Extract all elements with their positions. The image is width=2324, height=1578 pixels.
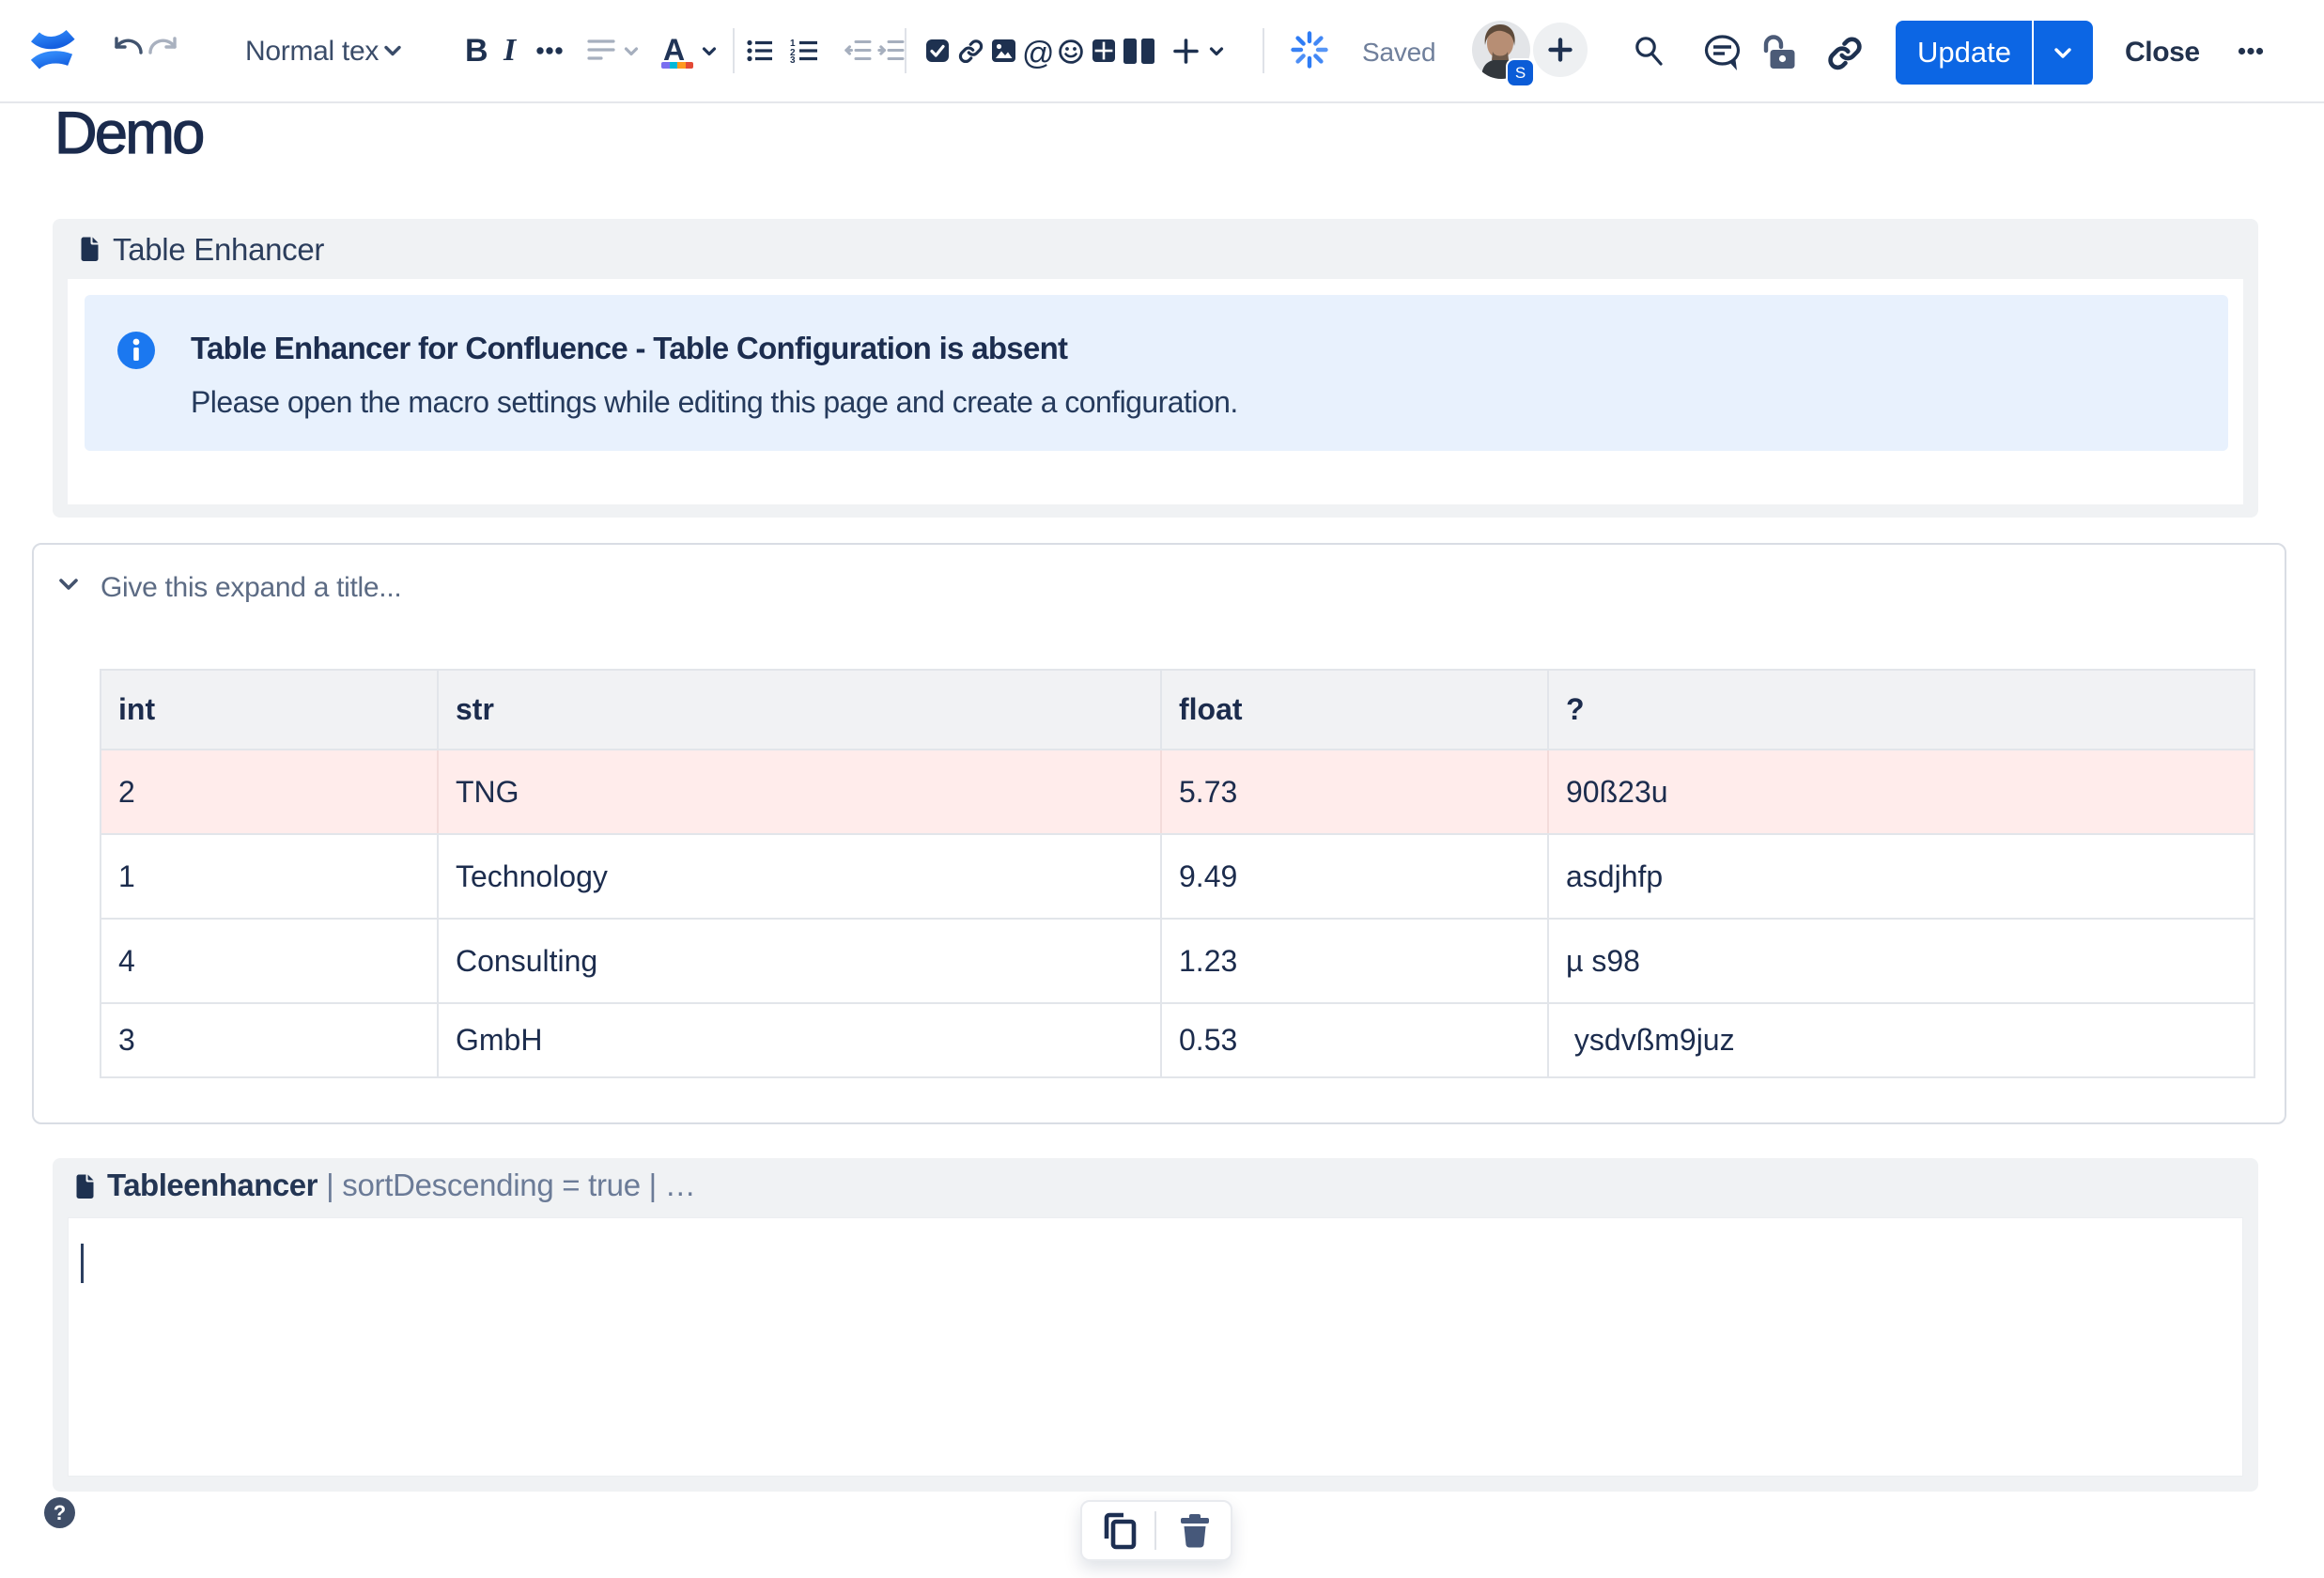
svg-text:3: 3 bbox=[790, 55, 796, 63]
